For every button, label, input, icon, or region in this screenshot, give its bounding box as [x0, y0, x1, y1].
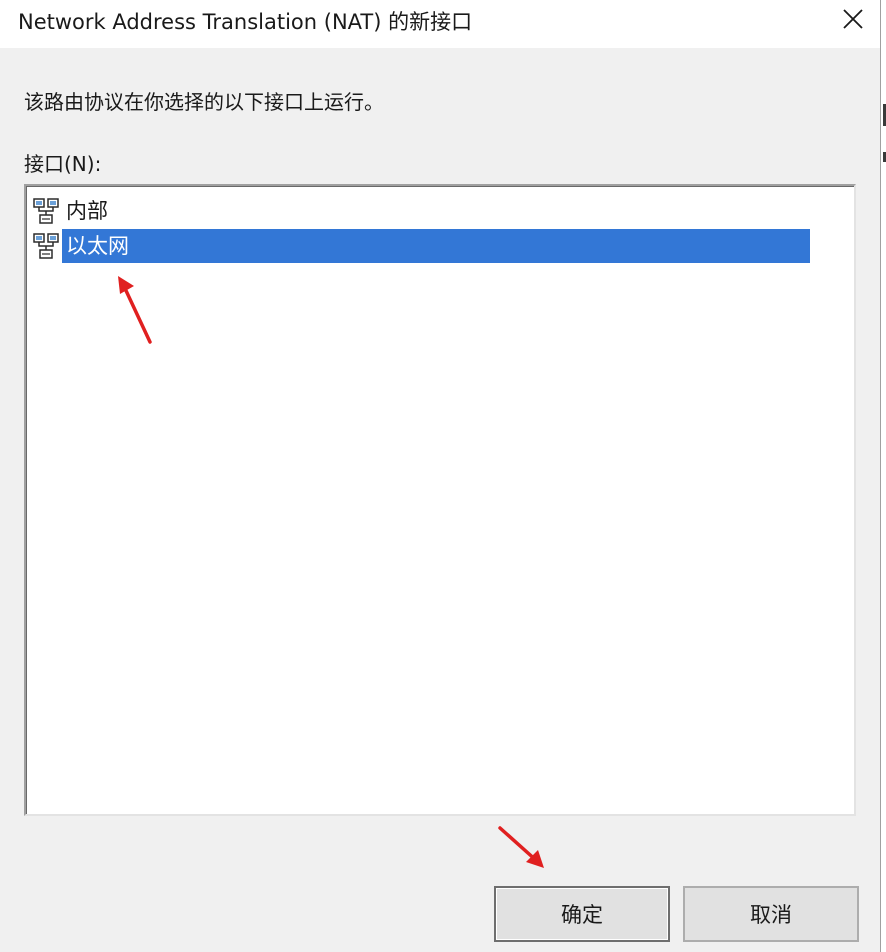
nat-new-interface-dialog: Network Address Translation (NAT) 的新接口 该… [0, 0, 881, 952]
description-text: 该路由协议在你选择的以下接口上运行。 [24, 90, 384, 114]
interface-item-ethernet[interactable]: 以太网 [30, 229, 810, 263]
cancel-button[interactable]: 取消 [683, 886, 859, 942]
title-bar: Network Address Translation (NAT) 的新接口 [0, 0, 880, 48]
network-interface-icon [30, 195, 62, 227]
annotation-arrow-icon [498, 826, 544, 868]
interface-item-label: 内部 [66, 199, 108, 223]
ok-button[interactable]: 确定 [494, 886, 670, 942]
window-title: Network Address Translation (NAT) 的新接口 [18, 10, 473, 34]
background-window-edge [881, 0, 886, 952]
annotation-arrow-icon [118, 276, 152, 344]
close-button[interactable] [826, 0, 880, 38]
interface-item-internal[interactable]: 内部 [30, 194, 112, 228]
interfaces-label: 接口(N): [24, 152, 102, 176]
interface-item-label: 以太网 [62, 229, 810, 263]
close-icon [843, 9, 863, 29]
network-interface-icon [30, 230, 62, 262]
